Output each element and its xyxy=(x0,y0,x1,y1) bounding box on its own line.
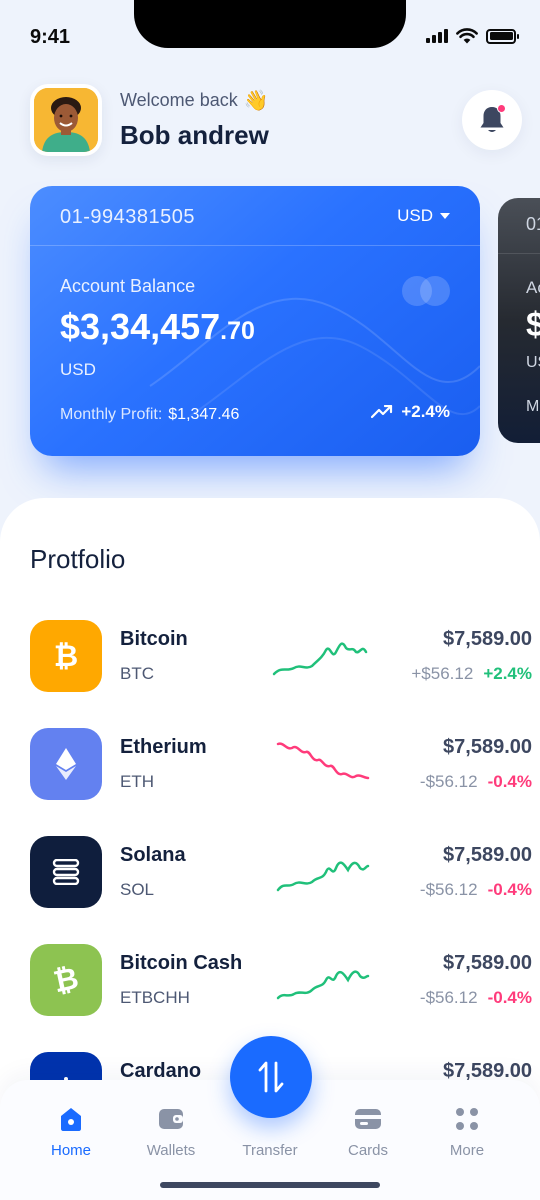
svg-text:₿: ₿ xyxy=(54,640,78,673)
sparkline xyxy=(276,742,370,780)
secondary-amount: $ xyxy=(526,306,540,344)
welcome-text: Welcome back 👋 xyxy=(120,88,269,113)
bitcoin-cash-icon: ₿ xyxy=(51,963,81,997)
balance-main: $3,34,457 xyxy=(60,306,221,347)
coin-badge xyxy=(30,728,102,800)
svg-text:₿: ₿ xyxy=(51,963,81,997)
ethereum-icon xyxy=(56,748,76,780)
notifications-button[interactable] xyxy=(462,90,522,150)
asset-row[interactable]: ₿ Bitcoin BTC $7,589.00 +$56.12 +2.4% xyxy=(0,620,540,692)
account-number: 01-994381505 xyxy=(60,206,196,228)
wave-hand-icon: 👋 xyxy=(243,90,269,112)
bitcoin-icon: ₿ xyxy=(54,640,78,673)
notch xyxy=(134,0,406,48)
asset-row[interactable]: Etherium ETH $7,589.00 -$56.12 -0.4% xyxy=(0,728,540,800)
wallet-icon xyxy=(159,1109,183,1129)
asset-change-percent: -0.4% xyxy=(487,880,532,899)
status-time: 9:41 xyxy=(30,26,71,48)
asset-name: Bitcoin xyxy=(120,628,188,650)
asset-price: $7,589.00 xyxy=(443,844,532,866)
sparkline xyxy=(276,861,370,892)
more-icon xyxy=(456,1108,478,1130)
caret-down-icon xyxy=(440,213,450,219)
phone-screen: 9:41 Welcome back 👋 Bob andrew 01-994381… xyxy=(0,0,540,1200)
asset-change-percent: +2.4% xyxy=(483,664,532,683)
coin-badge: ₿ xyxy=(30,944,102,1016)
nav-cards[interactable]: Cards xyxy=(323,1104,413,1159)
nav-wallets-label: Wallets xyxy=(146,1142,196,1159)
coin-badge: ₿ xyxy=(30,620,102,692)
asset-name: Solana xyxy=(120,844,186,866)
nav-more-label: More xyxy=(449,1142,485,1159)
welcome-label: Welcome back xyxy=(120,90,238,110)
asset-change-amount: -$56.12 xyxy=(419,880,478,899)
battery-icon xyxy=(486,28,519,44)
balance-label: Account Balance xyxy=(60,276,196,296)
profit-change: +2.4% xyxy=(371,402,450,422)
asset-symbol: ETBCHH xyxy=(120,988,190,1007)
notification-badge xyxy=(497,104,506,113)
nav-home-label: Home xyxy=(50,1142,91,1159)
currency-dropdown[interactable]: USD xyxy=(397,206,450,226)
nav-cards-label: Cards xyxy=(347,1142,388,1159)
asset-symbol: ETH xyxy=(120,772,154,791)
asset-change-amount: -$56.12 xyxy=(419,988,478,1007)
asset-symbol: SOL xyxy=(120,880,155,899)
monthly-profit-label: Monthly Profit: xyxy=(60,406,163,423)
portfolio-title: Protfolio xyxy=(30,544,126,574)
avatar-portrait xyxy=(34,88,98,152)
signal-icon xyxy=(426,29,448,43)
asset-price: $7,589.00 xyxy=(443,628,532,650)
asset-row[interactable]: ₿ Bitcoin Cash ETBCHH $7,589.00 -$56.12 … xyxy=(0,944,540,1016)
solana-icon xyxy=(52,859,80,885)
card-brand-icon xyxy=(402,276,450,306)
balance-card[interactable]: 01-994381505 USD Account Balance $3,34,4… xyxy=(30,186,480,456)
asset-change: -$56.12 -0.4% xyxy=(420,772,532,792)
asset-name: Etherium xyxy=(120,736,207,758)
transfer-icon xyxy=(258,1061,284,1093)
secondary-account: 01 xyxy=(526,214,540,234)
asset-symbol: BTC xyxy=(120,664,154,683)
user-name: Bob andrew xyxy=(120,120,269,150)
asset-price: $7,589.00 xyxy=(443,736,532,758)
secondary-label: Ac xyxy=(526,278,540,297)
balance-amount: $3,34,457.70 xyxy=(60,306,255,348)
avatar[interactable] xyxy=(30,84,102,156)
asset-row[interactable]: Solana SOL $7,589.00 -$56.12 -0.4% xyxy=(0,836,540,908)
balance-cents: .70 xyxy=(220,317,255,345)
sparkline xyxy=(276,970,370,1000)
secondary-card[interactable]: 01 Ac $ US M xyxy=(498,198,540,443)
asset-change-percent: -0.4% xyxy=(487,772,532,791)
trending-up-icon xyxy=(371,405,393,419)
profit-change-value: +2.4% xyxy=(401,402,450,421)
secondary-profit: M xyxy=(526,398,540,415)
secondary-unit: US xyxy=(526,354,540,371)
nav-more[interactable]: More xyxy=(422,1104,512,1159)
home-icon xyxy=(61,1108,81,1131)
nav-home[interactable]: Home xyxy=(26,1104,116,1159)
asset-change: -$56.12 -0.4% xyxy=(420,988,532,1008)
wifi-icon xyxy=(456,28,478,44)
asset-change-amount: +$56.12 xyxy=(411,664,474,683)
balance-currency: USD xyxy=(60,360,96,379)
asset-change-percent: -0.4% xyxy=(487,988,532,1007)
asset-price: $7,589.00 xyxy=(443,952,532,974)
card-icon xyxy=(355,1109,381,1129)
transfer-button[interactable] xyxy=(230,1036,312,1118)
sparkline xyxy=(272,642,368,676)
asset-name: Bitcoin Cash xyxy=(120,952,243,974)
currency-label: USD xyxy=(397,206,433,225)
monthly-profit: Monthly Profit: $1,347.46 xyxy=(60,406,239,424)
status-icons xyxy=(426,28,519,44)
nav-transfer-label: Transfer xyxy=(242,1142,298,1159)
asset-change: +$56.12 +2.4% xyxy=(411,664,532,684)
coin-badge xyxy=(30,836,102,908)
monthly-profit-value: $1,347.46 xyxy=(168,406,240,423)
asset-change: -$56.12 -0.4% xyxy=(420,880,532,900)
nav-wallets[interactable]: Wallets xyxy=(126,1104,216,1159)
home-indicator xyxy=(160,1182,380,1188)
asset-change-amount: -$56.12 xyxy=(419,772,478,791)
